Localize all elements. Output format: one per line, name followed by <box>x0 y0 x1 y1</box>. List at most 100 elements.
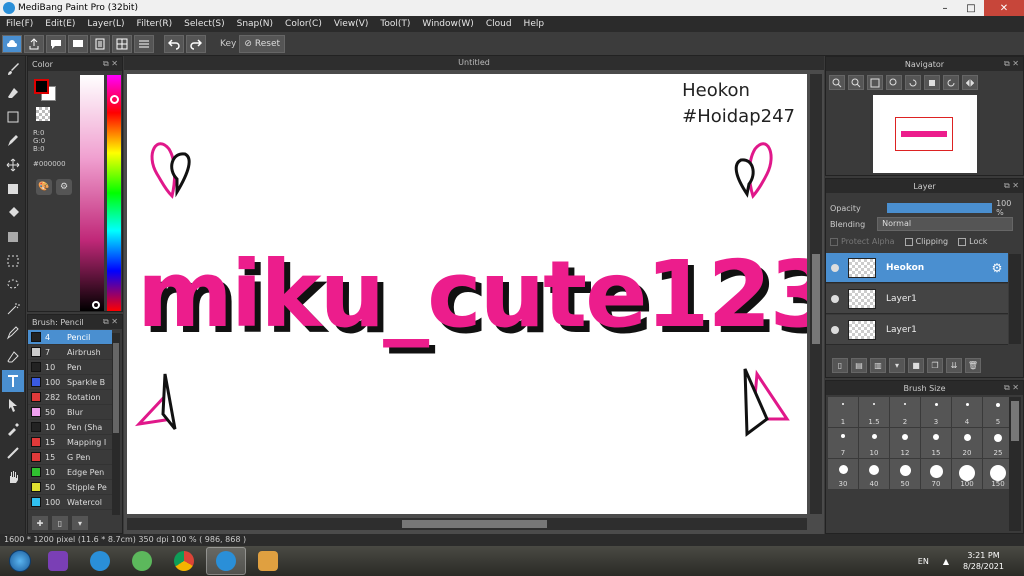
menu-cloud[interactable]: Cloud <box>480 19 518 29</box>
select-tool[interactable] <box>2 250 24 272</box>
brush-size-option[interactable]: 10 <box>859 428 889 458</box>
zoom-out-button[interactable] <box>848 75 864 90</box>
maximize-button[interactable]: □ <box>958 0 984 16</box>
close-button[interactable]: ✕ <box>984 0 1024 16</box>
panel-detach-icon[interactable]: ⧉ ✕ <box>103 59 118 69</box>
new-brush-button[interactable]: ▯ <box>52 516 68 530</box>
zoom-in-button[interactable] <box>829 75 845 90</box>
brush-size-option[interactable]: 12 <box>890 428 920 458</box>
lasso-tool[interactable] <box>2 274 24 296</box>
blending-select[interactable]: Normal <box>877 217 1014 231</box>
new-8bit-layer-button[interactable]: ▥ <box>870 358 886 373</box>
lock-checkbox[interactable]: Lock <box>958 237 987 246</box>
operation-tool[interactable] <box>2 394 24 416</box>
brush-size-option[interactable]: 4 <box>952 397 982 427</box>
saturation-value-picker[interactable] <box>80 75 104 311</box>
new-layer-button[interactable]: ▯ <box>832 358 848 373</box>
delete-layer-button[interactable]: 🗑 <box>965 358 981 373</box>
scrollbar-thumb[interactable] <box>113 343 119 433</box>
canvas-horizontal-scrollbar[interactable] <box>127 518 807 530</box>
brush-size-option[interactable]: 70 <box>921 459 951 489</box>
menu-select[interactable]: Select(S) <box>178 19 231 29</box>
cloud-button[interactable] <box>2 34 22 53</box>
taskbar-coccoc[interactable] <box>122 547 162 575</box>
add-layer-menu-button[interactable]: ▾ <box>889 358 905 373</box>
palette-button[interactable]: 🎨 <box>36 179 52 195</box>
hue-slider[interactable] <box>107 75 121 311</box>
brush-item[interactable]: 100 Sparkle B <box>28 375 112 390</box>
start-button[interactable] <box>4 547 36 575</box>
duplicate-layer-button[interactable]: ❐ <box>927 358 943 373</box>
navigator-viewport-frame[interactable] <box>895 117 953 151</box>
foreground-color-swatch[interactable] <box>34 79 49 94</box>
eye-icon[interactable] <box>831 294 839 303</box>
brush-size-option[interactable]: 1.5 <box>859 397 889 427</box>
taskbar-medibang[interactable] <box>206 547 246 575</box>
move-tool[interactable] <box>2 154 24 176</box>
chat-button[interactable] <box>68 34 88 53</box>
panel-detach-icon[interactable]: ⧉ ✕ <box>1004 181 1019 191</box>
language-indicator[interactable]: EN <box>918 557 929 566</box>
taskbar-paint[interactable] <box>248 547 288 575</box>
layer-list-scrollbar[interactable] <box>1009 254 1021 344</box>
grid-button[interactable] <box>112 34 132 53</box>
select-pen-tool[interactable] <box>2 322 24 344</box>
redo-button[interactable] <box>186 34 206 53</box>
document-button[interactable] <box>90 34 110 53</box>
new-folder-button[interactable]: ■ <box>908 358 924 373</box>
menu-snap[interactable]: Snap(N) <box>231 19 279 29</box>
actual-size-button[interactable] <box>886 75 902 90</box>
brush-list-scrollbar[interactable] <box>112 333 120 515</box>
gear-icon[interactable]: ⚙ <box>990 261 1004 275</box>
panel-detach-icon[interactable]: ⧉ ✕ <box>1004 59 1019 69</box>
brush-item[interactable]: 50 Blur <box>28 405 112 420</box>
eye-icon[interactable] <box>831 325 839 334</box>
panel-detach-icon[interactable]: ⧉ ✕ <box>1004 383 1019 393</box>
canvas-vertical-scrollbar[interactable] <box>810 74 822 514</box>
divide-tool[interactable] <box>2 442 24 464</box>
brush-size-option[interactable]: 3 <box>921 397 951 427</box>
brush-item[interactable]: 4 Pencil <box>28 330 112 345</box>
list-button[interactable] <box>134 34 154 53</box>
rotate-left-button[interactable] <box>905 75 921 90</box>
brush-item[interactable]: 15 G Pen <box>28 450 112 465</box>
brush-size-option[interactable]: 100 <box>952 459 982 489</box>
eraser-tool[interactable] <box>2 82 24 104</box>
share-button[interactable] <box>24 34 44 53</box>
eyedropper-tool[interactable] <box>2 418 24 440</box>
taskbar-chrome[interactable] <box>164 547 204 575</box>
brush-item[interactable]: 10 Pen <box>28 360 112 375</box>
brush-item[interactable]: 15 Mapping I <box>28 435 112 450</box>
merge-layer-button[interactable]: ⇊ <box>946 358 962 373</box>
transparent-color-swatch[interactable] <box>36 107 50 121</box>
brush-size-option[interactable]: 40 <box>859 459 889 489</box>
brush-size-option[interactable]: 50 <box>890 459 920 489</box>
layer-row[interactable]: Layer1 <box>826 315 1008 345</box>
menu-edit[interactable]: Edit(E) <box>39 19 81 29</box>
magic-wand-tool[interactable] <box>2 298 24 320</box>
brush-size-option[interactable]: 7 <box>828 428 858 458</box>
text-tool[interactable] <box>2 370 24 392</box>
brush-item[interactable]: 7 Airbrush <box>28 345 112 360</box>
brush-item[interactable]: 100 Watercol <box>28 495 112 510</box>
brush-size-option[interactable]: 1 <box>828 397 858 427</box>
clock[interactable]: 3:21 PM 8/28/2021 <box>963 550 1004 572</box>
navigator-preview[interactable] <box>873 95 977 173</box>
hand-tool[interactable] <box>2 466 24 488</box>
menu-window[interactable]: Window(W) <box>416 19 479 29</box>
reset-button[interactable]: ⊘ Reset <box>239 34 286 53</box>
brush-item[interactable]: 282 Rotation <box>28 390 112 405</box>
brush-item[interactable]: 10 Edge Pen <box>28 465 112 480</box>
layer-row[interactable]: Heokon ⚙ <box>826 253 1008 283</box>
clipping-checkbox[interactable]: Clipping <box>904 237 948 246</box>
fit-button[interactable] <box>867 75 883 90</box>
rect-select-tool[interactable] <box>2 106 24 128</box>
menu-file[interactable]: File(F) <box>0 19 39 29</box>
brush-item[interactable]: 50 Stipple Pe <box>28 480 112 495</box>
reset-view-button[interactable] <box>924 75 940 90</box>
bucket-tool[interactable] <box>2 202 24 224</box>
eye-icon[interactable] <box>831 263 839 272</box>
flip-button[interactable] <box>962 75 978 90</box>
brush-size-option[interactable]: 15 <box>921 428 951 458</box>
opacity-slider[interactable] <box>886 203 993 213</box>
